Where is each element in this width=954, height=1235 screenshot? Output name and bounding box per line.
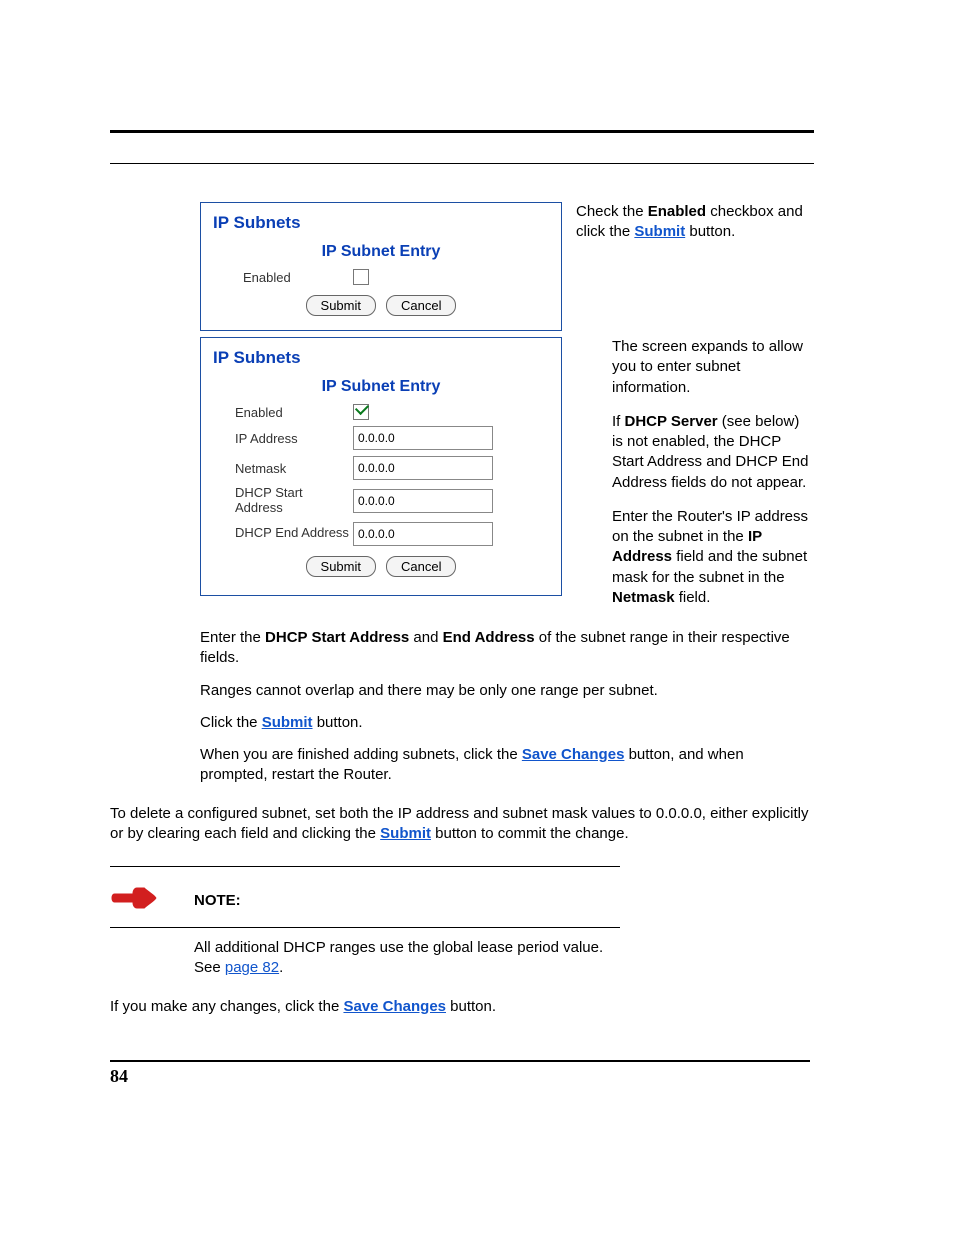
text-bold: Enabled (648, 203, 706, 220)
panel1-submit-button[interactable]: Submit (306, 295, 376, 316)
ip-subnets-panel-collapsed: IP Subnets IP Subnet Entry Enabled Submi… (200, 202, 562, 331)
text: button to commit the change. (431, 825, 629, 842)
panel2-dhcpstart-field[interactable] (353, 489, 493, 513)
text-bold: Netmask (612, 589, 675, 606)
top-heavy-rule (110, 130, 814, 133)
panel2-submit-button[interactable]: Submit (306, 556, 376, 577)
panel2-subheading: IP Subnet Entry (213, 378, 549, 396)
after-note-paragraph: If you make any changes, click the Save … (110, 997, 814, 1017)
ip-subnets-panel-expanded: IP Subnets IP Subnet Entry Enabled IP Ad… (200, 337, 562, 596)
text: and (409, 629, 442, 646)
submit-link[interactable]: Submit (380, 825, 431, 842)
panel2-enabled-checkbox[interactable] (353, 404, 369, 420)
page-82-link[interactable]: page 82 (225, 959, 279, 976)
text: button. (313, 714, 363, 731)
text-bold: DHCP Server (625, 413, 718, 430)
panel2-dhcpend-field[interactable] (353, 522, 493, 546)
text: Click the (200, 714, 262, 731)
panel2-netmask-field[interactable] (353, 456, 493, 480)
save-changes-link[interactable]: Save Changes (522, 746, 625, 763)
text: Enter the Router's IP address on the sub… (612, 508, 808, 545)
side-text-2: The screen expands to allow you to enter… (576, 337, 814, 622)
body-text: Enter the DHCP Start Address and End Add… (200, 628, 814, 786)
panel2-dhcpend-label: DHCP End Address (213, 526, 353, 541)
panel2-netmask-label: Netmask (213, 461, 353, 476)
text: If you make any changes, click the (110, 998, 343, 1015)
panel2-heading: IP Subnets (213, 348, 549, 368)
panel1-heading: IP Subnets (213, 213, 549, 233)
side-text-1: Check the Enabled checkbox and click the… (576, 202, 814, 257)
panel2-dhcpstart-label: DHCP Start Address (213, 486, 353, 516)
note-label: NOTE: (194, 892, 241, 909)
submit-link[interactable]: Submit (634, 223, 685, 240)
panel2-enabled-label: Enabled (213, 405, 353, 420)
text: Check the (576, 203, 648, 220)
panel2-ip-field[interactable] (353, 426, 493, 450)
panel1-enabled-checkbox[interactable] (353, 269, 369, 285)
note-block: NOTE: All additional DHCP ranges use the… (110, 866, 814, 979)
page-number: 84 (110, 1060, 810, 1087)
submit-link[interactable]: Submit (262, 714, 313, 731)
outer-paragraph: To delete a configured subnet, set both … (110, 804, 814, 845)
text: Ranges cannot overlap and there may be o… (200, 681, 814, 701)
text: button. (685, 223, 735, 240)
panel1-subheading: IP Subnet Entry (213, 243, 549, 261)
text: field. (675, 589, 711, 606)
text: When you are finished adding subnets, cl… (200, 746, 522, 763)
save-changes-link[interactable]: Save Changes (343, 998, 446, 1015)
text: If (612, 413, 625, 430)
text: Enter the (200, 629, 265, 646)
text: . (279, 959, 283, 976)
note-mid-rule: All additional DHCP ranges use the globa… (110, 927, 620, 979)
text: button. (446, 998, 496, 1015)
pointing-hand-icon (110, 883, 158, 917)
top-thin-rule (110, 163, 814, 164)
panel1-enabled-label: Enabled (213, 270, 353, 285)
text-bold: End Address (443, 629, 535, 646)
panel1-cancel-button[interactable]: Cancel (386, 295, 456, 316)
text: The screen expands to allow you to enter… (612, 337, 814, 398)
panel2-ip-label: IP Address (213, 431, 353, 446)
panel2-cancel-button[interactable]: Cancel (386, 556, 456, 577)
text-bold: DHCP Start Address (265, 629, 409, 646)
